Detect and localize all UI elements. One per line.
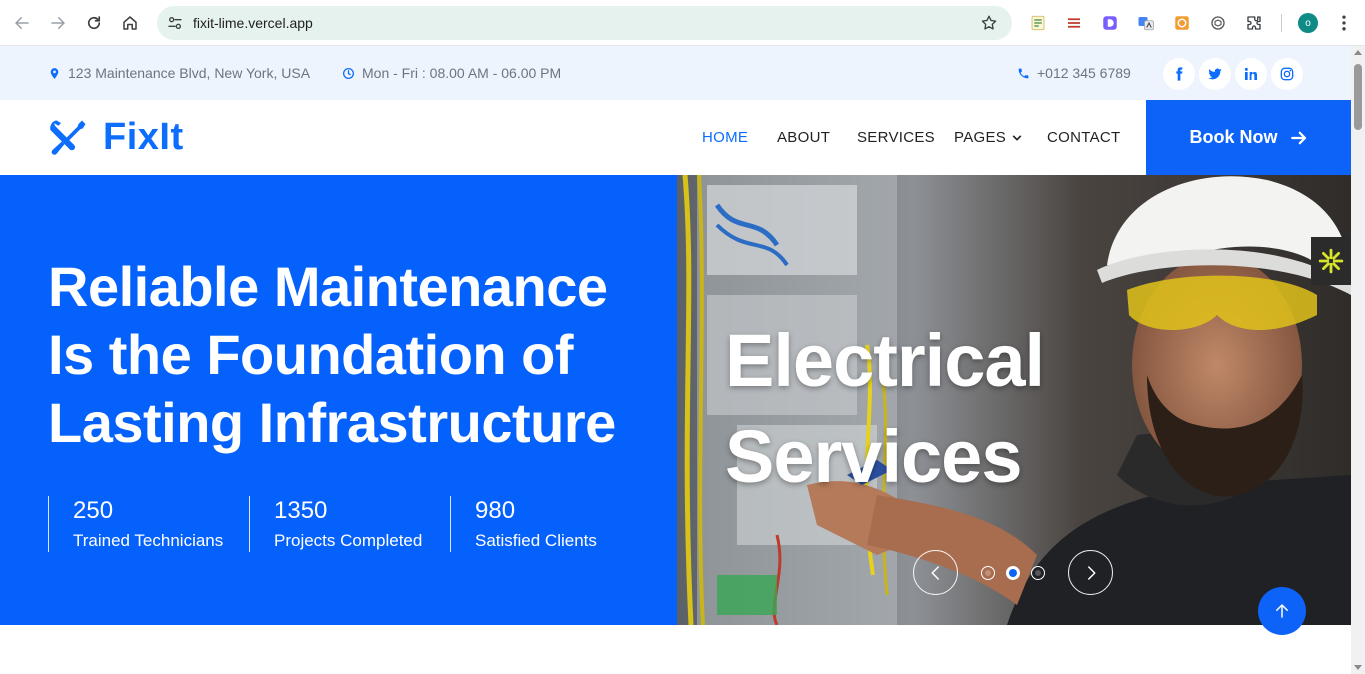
nav-services[interactable]: SERVICES — [857, 100, 935, 175]
hero-intro: Reliable Maintenance Is the Foundation o… — [0, 175, 677, 625]
main-navbar: FixIt HOME ABOUT SERVICES PAGES CONTACT … — [0, 100, 1351, 175]
clock-icon — [342, 67, 355, 79]
phone-text[interactable]: +012 345 6789 — [1037, 65, 1131, 81]
extension-list-icon[interactable] — [1064, 13, 1084, 33]
brand-logo[interactable]: FixIt — [47, 116, 184, 159]
address-text: 123 Maintenance Blvd, New York, USA — [68, 65, 311, 81]
phone-icon — [1018, 68, 1029, 78]
stat-clients: 980 Satisfied Clients — [450, 496, 597, 552]
home-icon — [123, 15, 137, 30]
carousel-dot-1[interactable] — [981, 566, 995, 580]
dot-inner — [1009, 569, 1017, 577]
book-now-label: Book Now — [1189, 127, 1278, 147]
hero-title-line: Is the Foundation of — [48, 323, 574, 386]
facebook-icon — [1176, 67, 1183, 81]
topbar-hours: Mon - Fri : 08.00 AM - 06.00 PM — [342, 46, 561, 100]
carousel-prev-button[interactable] — [913, 550, 958, 595]
hours-text: Mon - Fri : 08.00 AM - 06.00 PM — [362, 65, 562, 81]
dot-inner — [1035, 570, 1041, 576]
brand-name[interactable]: FixIt — [103, 116, 184, 159]
twitter-link[interactable] — [1199, 58, 1231, 90]
extension-translate-icon[interactable] — [1136, 13, 1156, 33]
reload-icon — [87, 15, 101, 29]
linkedin-icon — [1244, 67, 1257, 80]
hero-title: Reliable Maintenance Is the Foundation o… — [48, 253, 668, 457]
carousel-dot-3[interactable] — [1031, 566, 1045, 580]
hero-title-line: Reliable Maintenance — [48, 255, 608, 318]
home-button[interactable] — [112, 5, 148, 41]
site-settings-icon[interactable] — [167, 15, 183, 31]
url-text[interactable]: fixit-lime.vercel.app — [193, 15, 313, 31]
back-to-top-button[interactable] — [1258, 587, 1306, 635]
service-carousel[interactable]: Electrical Services — [677, 175, 1351, 625]
dot-inner — [985, 570, 991, 576]
instagram-link[interactable] — [1271, 58, 1303, 90]
scroll-up-arrow[interactable] — [1354, 50, 1362, 55]
twitter-icon — [1208, 68, 1222, 80]
stat-label: Satisfied Clients — [475, 531, 597, 550]
extensions-puzzle-icon[interactable] — [1244, 13, 1264, 33]
arrow-right-icon — [1290, 131, 1306, 144]
chevron-right-icon — [1087, 565, 1095, 580]
stat-technicians: 250 Trained Technicians — [48, 496, 223, 552]
slide-title-line: Services — [725, 415, 1023, 498]
asterisk-icon — [1318, 248, 1344, 274]
extension-orange-icon[interactable] — [1172, 13, 1192, 33]
page-scrollbar[interactable] — [1351, 46, 1365, 674]
carousel-next-button[interactable] — [1068, 550, 1113, 595]
nav-pages[interactable]: PAGES — [954, 100, 1022, 175]
forward-button[interactable] — [40, 5, 76, 41]
reload-button[interactable] — [76, 5, 112, 41]
tools-icon — [50, 120, 86, 155]
map-marker-icon — [50, 67, 59, 79]
stat-value: 250 — [73, 497, 114, 524]
instagram-icon — [1280, 67, 1294, 81]
browser-toolbar: fixit-lime.vercel.app o — [0, 0, 1365, 46]
arrow-up-icon — [1276, 604, 1288, 618]
extension-d-icon[interactable] — [1100, 13, 1120, 33]
stat-value: 980 — [475, 497, 516, 524]
stat-value: 1350 — [274, 497, 328, 524]
topbar-phone[interactable]: +012 345 6789 — [1017, 46, 1131, 100]
address-bar[interactable]: fixit-lime.vercel.app — [157, 6, 1012, 40]
more-menu-icon[interactable] — [1334, 13, 1354, 33]
scroll-down-arrow[interactable] — [1354, 665, 1362, 670]
book-now-button[interactable]: Book Now — [1146, 100, 1351, 175]
scrollbar-thumb[interactable] — [1354, 64, 1362, 130]
chevron-down-icon — [1012, 135, 1022, 140]
extension-openai-icon[interactable] — [1208, 13, 1228, 33]
slide-title-line: Electrical — [725, 319, 1045, 402]
facebook-link[interactable] — [1163, 58, 1195, 90]
slide-title: Electrical Services — [725, 313, 1145, 505]
nav-contact[interactable]: CONTACT — [1047, 100, 1120, 175]
profile-avatar[interactable]: o — [1298, 13, 1318, 33]
toolbar-separator — [1281, 14, 1282, 32]
social-links — [1163, 58, 1303, 90]
chevron-left-icon — [931, 565, 939, 580]
nav-pages-label: PAGES — [954, 129, 1007, 146]
topbar-address: 123 Maintenance Blvd, New York, USA — [48, 46, 310, 100]
nav-about[interactable]: ABOUT — [777, 100, 830, 175]
carousel-dot-2[interactable] — [1006, 566, 1020, 580]
back-button[interactable] — [4, 5, 40, 41]
linkedin-link[interactable] — [1235, 58, 1267, 90]
nav-home[interactable]: HOME — [702, 100, 748, 175]
floating-widget[interactable] — [1311, 237, 1351, 285]
stat-projects: 1350 Projects Completed — [249, 496, 422, 552]
hero-title-line: Lasting Infrastructure — [48, 391, 616, 454]
arrow-right-icon — [51, 16, 65, 29]
extension-sheets-icon[interactable] — [1028, 13, 1048, 33]
arrow-left-icon — [15, 16, 29, 29]
bookmark-star-icon[interactable] — [980, 14, 998, 32]
topbar: 123 Maintenance Blvd, New York, USA Mon … — [0, 46, 1351, 100]
stat-label: Projects Completed — [274, 531, 423, 550]
stat-label: Trained Technicians — [73, 531, 224, 550]
